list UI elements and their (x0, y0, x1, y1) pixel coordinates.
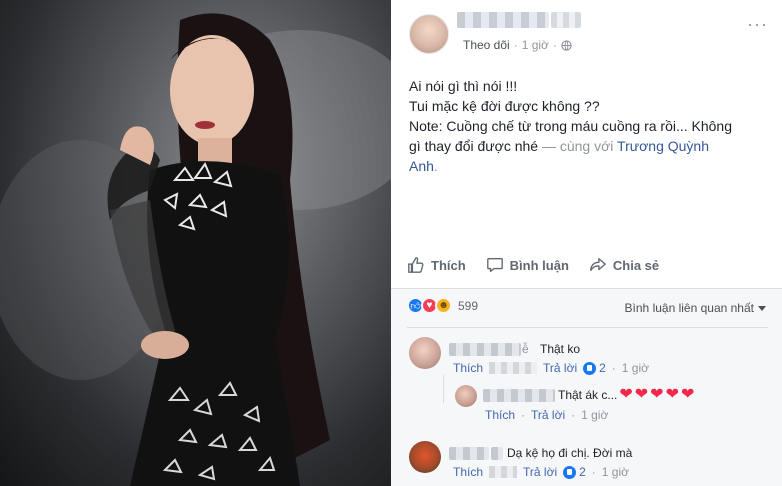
comment-like-link[interactable]: Thích (453, 465, 483, 479)
post-line-text: gì thay đổi được nhé (409, 138, 539, 154)
comment-label: Bình luận (509, 257, 569, 273)
post-actions: Thích Bình luận Chia sẻ (391, 248, 782, 282)
heart-icon: ❤ (634, 386, 649, 403)
like-mini-icon (563, 465, 577, 479)
more-dots-icon[interactable]: ··· (747, 14, 768, 35)
meta-separator: · (571, 408, 576, 422)
hearts-emoji: ❤ ❤ ❤ ❤ ❤ (619, 386, 695, 403)
comment-like-count[interactable]: 2 (563, 465, 586, 479)
reply-like-link[interactable]: Thích (485, 408, 515, 422)
divider (407, 327, 768, 328)
haha-reaction-icon: ☻ (435, 297, 452, 314)
author-name-blurred[interactable] (457, 12, 549, 28)
with-prefix: — cùng với (538, 138, 618, 154)
share-label: Chia sẻ (612, 257, 660, 273)
share-button[interactable]: Chia sẻ (589, 256, 659, 274)
reply-avatar[interactable] (455, 385, 477, 407)
comment-avatar[interactable] (409, 337, 441, 369)
meta-separator: · (611, 361, 616, 375)
post-line: Anh. (409, 156, 771, 176)
author-avatar[interactable] (409, 14, 449, 54)
post-time[interactable]: 1 giờ (522, 38, 549, 52)
author-name-blurred-part (551, 12, 581, 28)
heart-icon: ❤ (619, 386, 633, 403)
like-mini-icon (583, 361, 597, 375)
reply-text: Thật ák c... ❤ ❤ ❤ ❤ ❤ (558, 386, 695, 403)
post-photo[interactable] (0, 0, 391, 486)
commenter-name-blurred[interactable] (449, 447, 489, 460)
reply-meta: Thích · Trả lời · 1 giờ (485, 408, 608, 422)
commenter-name-visible: ễ (522, 342, 529, 356)
photo-illustration (0, 13, 391, 486)
post-line: Note: Cuồng chế từ trong máu cuồng ra rồ… (409, 118, 733, 134)
post-line: Tui mặc kệ đời được không ?? (409, 98, 600, 114)
comment-time[interactable]: 1 giờ (602, 465, 629, 479)
comment-like-count[interactable]: 2 (583, 361, 606, 375)
post-panel: Theo dõi · 1 giờ · ··· Ai nói gì thì nói… (391, 0, 782, 486)
post-meta: Theo dõi · 1 giờ · (463, 38, 572, 52)
comment-button[interactable]: Bình luận (486, 256, 569, 274)
heart-icon: ❤ (665, 386, 679, 403)
meta-separator: · (591, 465, 596, 479)
comment-text: Thật ko (540, 342, 581, 356)
post-line: Ai nói gì thì nói !!! (409, 78, 518, 94)
commenter-name-blurred-part (491, 447, 503, 460)
thumbs-up-icon (408, 257, 424, 273)
reactions-summary[interactable]: 👍︎ ♥ ☻ 599 (407, 297, 478, 314)
globe-icon (561, 39, 572, 51)
comment-meta: Thích Trả lời 2 · 1 giờ (453, 465, 629, 479)
comment-text: Dạ kệ họ đi chị. Đời mà (507, 446, 633, 460)
comment-sort-dropdown[interactable]: Bình luận liên quan nhất (625, 301, 766, 315)
heart-icon: ❤ (680, 386, 695, 403)
like-button[interactable]: Thích (407, 256, 466, 274)
trailing-period: . (433, 158, 438, 174)
meta-separator: · (552, 38, 557, 52)
comment-reply-link[interactable]: Trả lời (523, 465, 557, 479)
commenter-name-blurred[interactable] (449, 343, 521, 356)
meta-separator: · (521, 408, 526, 422)
reaction-count: 599 (458, 298, 479, 313)
thread-line (443, 375, 444, 403)
reply-text-content: Thật ák c... (558, 388, 618, 402)
comment-meta: Thích Trả lời 2 · 1 giờ (453, 361, 649, 375)
blurred-region (489, 362, 538, 374)
reply-reply-link[interactable]: Trả lời (531, 408, 565, 422)
comment-icon (486, 258, 503, 272)
sort-label: Bình luận liên quan nhất (624, 301, 754, 315)
comments-section: 👍︎ ♥ ☻ 599 Bình luận liên quan nhất ễ Th… (391, 288, 782, 486)
tagged-person-link[interactable]: Trương Quỳnh (617, 138, 709, 154)
comment-reply-link[interactable]: Trả lời (543, 361, 577, 375)
like-count: 2 (599, 361, 606, 375)
follow-link[interactable]: Theo dõi (463, 38, 510, 52)
tagged-person-link-cont[interactable]: Anh (409, 158, 434, 174)
reply-time[interactable]: 1 giờ (581, 408, 608, 422)
post-header: Theo dõi · 1 giờ · ··· (391, 0, 782, 60)
reply-name-blurred[interactable] (483, 389, 555, 402)
blurred-region (489, 466, 518, 478)
comment-time[interactable]: 1 giờ (622, 361, 649, 375)
like-count: 2 (579, 465, 586, 479)
chevron-down-icon (758, 305, 766, 311)
like-label: Thích (431, 257, 466, 273)
comment-like-link[interactable]: Thích (453, 361, 483, 375)
comment-avatar[interactable] (409, 441, 441, 473)
heart-icon: ❤ (650, 386, 664, 403)
post-text: Ai nói gì thì nói !!! Tui mặc kệ đời đượ… (409, 76, 771, 176)
post-line: gì thay đổi được nhé — cùng với Trương Q… (409, 136, 771, 156)
share-icon (590, 258, 606, 272)
meta-separator: · (513, 38, 518, 52)
